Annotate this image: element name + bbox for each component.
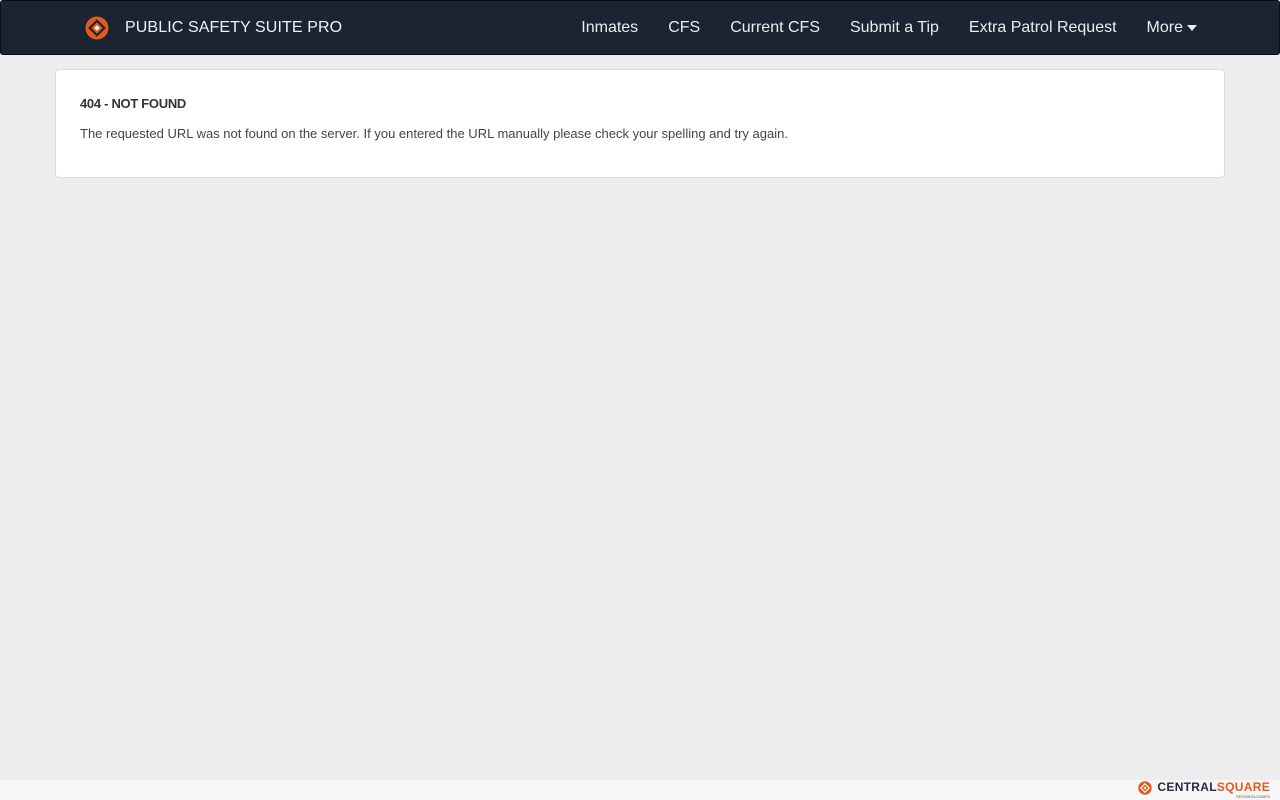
caret-down-icon <box>1187 25 1197 31</box>
nav-more-dropdown[interactable]: More <box>1147 1 1197 54</box>
nav-more-label: More <box>1146 19 1183 36</box>
nav-item-current-cfs[interactable]: Current CFS <box>730 1 820 54</box>
error-card: 404 - NOT FOUND The requested URL was no… <box>55 69 1225 178</box>
main-nav: Inmates CFS Current CFS Submit a Tip Ext… <box>581 1 1197 54</box>
footer-brand-logo: CENTRALSQUARE TECHNOLOGIES <box>1138 780 1270 800</box>
centralsquare-logo-icon <box>85 16 109 40</box>
nav-item-inmates[interactable]: Inmates <box>581 1 638 54</box>
centralsquare-logo-icon <box>1138 781 1153 795</box>
nav-item-cfs[interactable]: CFS <box>668 1 700 54</box>
footer-company-name-part1: CENTRAL <box>1157 780 1217 794</box>
footer-company-subtitle: TECHNOLOGIES <box>1235 794 1270 799</box>
app-title: PUBLIC SAFETY SUITE PRO <box>125 19 343 36</box>
nav-item-extra-patrol-request[interactable]: Extra Patrol Request <box>969 1 1117 54</box>
footer-company-name: CENTRALSQUARE <box>1157 780 1270 795</box>
error-message: The requested URL was not found on the s… <box>80 126 788 141</box>
error-title: 404 - NOT FOUND <box>80 96 187 111</box>
footer-company-name-part2: SQUARE <box>1216 780 1270 794</box>
brand-home-link[interactable]: PUBLIC SAFETY SUITE PRO <box>85 15 342 41</box>
page-footer: CENTRALSQUARE TECHNOLOGIES <box>0 780 1280 800</box>
nav-item-submit-tip[interactable]: Submit a Tip <box>850 1 939 54</box>
top-navbar: PUBLIC SAFETY SUITE PRO Inmates CFS Curr… <box>0 0 1280 55</box>
